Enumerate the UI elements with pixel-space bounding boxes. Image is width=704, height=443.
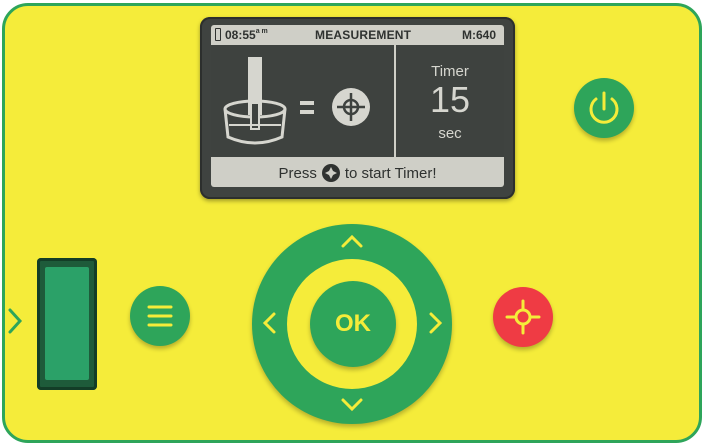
battery-icon xyxy=(215,28,221,41)
measurement-illustration xyxy=(211,45,394,157)
power-icon xyxy=(589,91,619,124)
crosshair-icon xyxy=(505,299,541,335)
timer-panel: Timer 15 sec xyxy=(396,45,504,157)
clock-suffix: a m xyxy=(255,28,268,35)
memory-count: M:640 xyxy=(461,28,496,42)
nav-down-button[interactable] xyxy=(339,391,365,417)
chevron-right-icon xyxy=(8,308,23,334)
crosshair-icon xyxy=(332,88,370,126)
timer-value: 15 xyxy=(429,79,471,120)
equals-sign xyxy=(300,101,314,114)
instruction-line: Press to start Timer! xyxy=(211,159,504,187)
instruction-prefix: Press xyxy=(278,164,317,182)
instruction-suffix: to start Timer! xyxy=(344,164,437,182)
menu-button[interactable] xyxy=(130,286,190,346)
power-button[interactable] xyxy=(574,78,634,138)
screen-title: MEASUREMENT xyxy=(315,28,412,42)
lcd-display: 08:55a m MEASUREMENT M:640 Timer 15 sec … xyxy=(211,25,504,187)
timer-label: Timer xyxy=(431,63,469,80)
measure-key-icon xyxy=(321,164,340,182)
nav-left-button[interactable] xyxy=(257,310,283,336)
measure-button[interactable] xyxy=(493,287,553,347)
timer-unit: sec xyxy=(438,125,462,142)
nav-up-button[interactable] xyxy=(339,229,365,255)
card-slot-opening xyxy=(45,267,89,380)
nav-right-button[interactable] xyxy=(422,310,448,336)
clock-time: 08:55a m xyxy=(225,28,268,42)
card-slot[interactable] xyxy=(37,258,97,390)
ok-button[interactable]: OK xyxy=(310,281,396,367)
status-bar: 08:55a m MEASUREMENT M:640 xyxy=(211,25,504,45)
menu-icon xyxy=(147,305,173,327)
sample-container-icon xyxy=(223,57,287,145)
